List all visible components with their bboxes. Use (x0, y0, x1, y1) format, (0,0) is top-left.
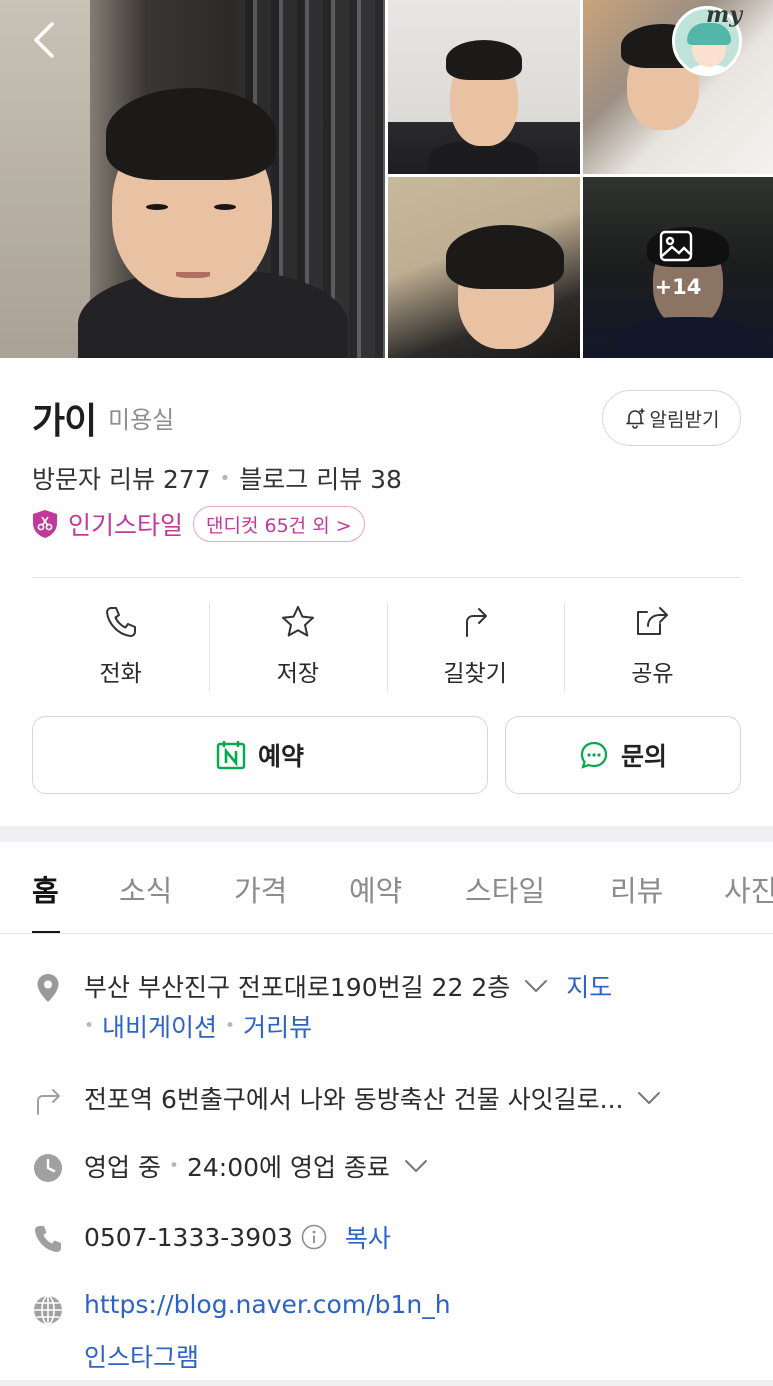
separator-dot: • (225, 1016, 236, 1036)
tab-style[interactable]: 스타일 (465, 868, 545, 910)
share-label: 공유 (631, 661, 674, 687)
phone-line: 0507-1333-3903 복사 (84, 1219, 391, 1255)
blog-review-link[interactable]: 블로그 리뷰 38 (239, 460, 402, 496)
tab-review[interactable]: 리뷰 (610, 868, 663, 910)
directions-line: 전포역 6번출구에서 나와 동방축산 건물 사잇길로... (84, 1080, 661, 1116)
phone-row: 0507-1333-3903 복사 (32, 1219, 752, 1259)
address-line: 부산 부산진구 전포대로190번길 22 2층 지도 (84, 968, 612, 1004)
photo-thumbnail-3[interactable] (388, 177, 580, 358)
directions-icon (466, 608, 488, 637)
my-label: my (706, 2, 743, 28)
more-photos-count: +14 (654, 275, 702, 299)
action-bar: 전화 저장 길찾기 공유 (32, 600, 741, 692)
homepage-link[interactable]: https://blog.naver.com/b1n_h (84, 1290, 451, 1319)
homepage-row: https://blog.naver.com/b1n_h 인스타그램 (32, 1290, 752, 1372)
photo-gallery: +14 my (0, 0, 773, 358)
globe-icon (34, 1295, 62, 1325)
instagram-link[interactable]: 인스타그램 (84, 1338, 199, 1374)
separator-dot: • (219, 467, 231, 489)
copy-button[interactable]: 복사 (345, 1219, 391, 1255)
phone-icon (35, 1226, 61, 1252)
tab-bar: 홈 소식 가격 예약 스타일 리뷰 사진 (0, 842, 773, 934)
separator-dot: • (84, 1016, 95, 1036)
phone-number[interactable]: 0507-1333-3903 (84, 1223, 293, 1252)
chevron-down-icon[interactable] (404, 1159, 428, 1173)
divider (32, 577, 741, 578)
naver-calendar-icon (216, 741, 246, 770)
map-link[interactable]: 지도 (566, 968, 612, 1004)
instagram-line: 인스타그램 (84, 1338, 199, 1374)
image-icon (659, 230, 693, 262)
hours-status: 영업 중 (84, 1153, 161, 1182)
bell-plus-icon (625, 408, 645, 429)
inquiry-label: 문의 (620, 742, 667, 771)
directions-button[interactable]: 길찾기 (386, 600, 564, 692)
share-button[interactable]: 공유 (563, 600, 741, 692)
info-icon[interactable] (301, 1224, 327, 1250)
call-label: 전화 (99, 661, 142, 687)
more-photos-overlay[interactable]: +14 (583, 177, 773, 358)
tab-photo[interactable]: 사진 (724, 868, 773, 910)
review-summary: 방문자 리뷰 277 • 블로그 리뷰 38 (32, 460, 402, 496)
reserve-label: 예약 (257, 742, 304, 771)
location-pin-icon (37, 974, 59, 1002)
street-view-link[interactable]: 거리뷰 (243, 1008, 312, 1044)
tab-home[interactable]: 홈 (32, 868, 59, 910)
alarm-button[interactable]: 알림받기 (602, 390, 741, 446)
popular-style-label: 인기스타일 (68, 511, 184, 540)
place-name: 가이 (32, 401, 97, 442)
star-icon (281, 606, 314, 637)
separator-dot: • (168, 1156, 179, 1176)
chevron-down-icon[interactable] (524, 979, 548, 993)
popular-style-pill[interactable]: 댄디컷 65건 외 > (193, 506, 365, 542)
address-text: 부산 부산진구 전포대로190번길 22 2층 (84, 973, 511, 1002)
navigation-link[interactable]: 내비게이션 (102, 1008, 217, 1044)
chevron-left-icon (34, 22, 54, 58)
chat-bubble-icon (580, 741, 608, 769)
active-tab-indicator (32, 931, 60, 933)
call-button[interactable]: 전화 (32, 600, 209, 692)
phone-icon (105, 607, 136, 637)
share-icon (637, 607, 669, 635)
directions-row: 전포역 6번출구에서 나와 동방축산 건물 사잇길로... (32, 1080, 752, 1120)
homepage-line: https://blog.naver.com/b1n_h (84, 1290, 451, 1319)
directions-text: 전포역 6번출구에서 나와 동방축산 건물 사잇길로... (84, 1085, 624, 1114)
chevron-down-icon[interactable] (637, 1091, 661, 1105)
visitor-review-link[interactable]: 방문자 리뷰 277 (32, 460, 211, 496)
address-row: 부산 부산진구 전포대로190번길 22 2층 지도 • 내비게이션 • 거리뷰 (32, 968, 752, 1048)
save-button[interactable]: 저장 (209, 600, 386, 692)
save-label: 저장 (276, 661, 320, 687)
section-gap (0, 826, 773, 842)
hours-row: 영업 중 • 24:00에 영업 종료 (32, 1148, 752, 1188)
bottom-divider (0, 1380, 773, 1386)
photo-thumbnail-1[interactable] (388, 0, 580, 174)
hours-line: 영업 중 • 24:00에 영업 종료 (84, 1148, 428, 1184)
shield-scissors-icon (33, 510, 57, 538)
clock-icon (34, 1154, 62, 1182)
tab-price[interactable]: 가격 (234, 868, 287, 910)
address-links: • 내비게이션 • 거리뷰 (84, 1008, 312, 1044)
directions-label: 길찾기 (443, 661, 507, 687)
reserve-button[interactable]: 예약 (32, 716, 488, 794)
turn-right-icon (37, 1089, 60, 1115)
popular-style: 인기스타일 댄디컷 65건 외 > (32, 506, 365, 542)
hours-text: 24:00에 영업 종료 (186, 1153, 390, 1182)
tab-news[interactable]: 소식 (119, 868, 172, 910)
place-category: 미용실 (108, 406, 175, 434)
tab-reservation[interactable]: 예약 (349, 868, 402, 910)
inquiry-button[interactable]: 문의 (505, 716, 741, 794)
back-button[interactable] (28, 20, 64, 60)
alarm-label: 알림받기 (649, 408, 720, 431)
